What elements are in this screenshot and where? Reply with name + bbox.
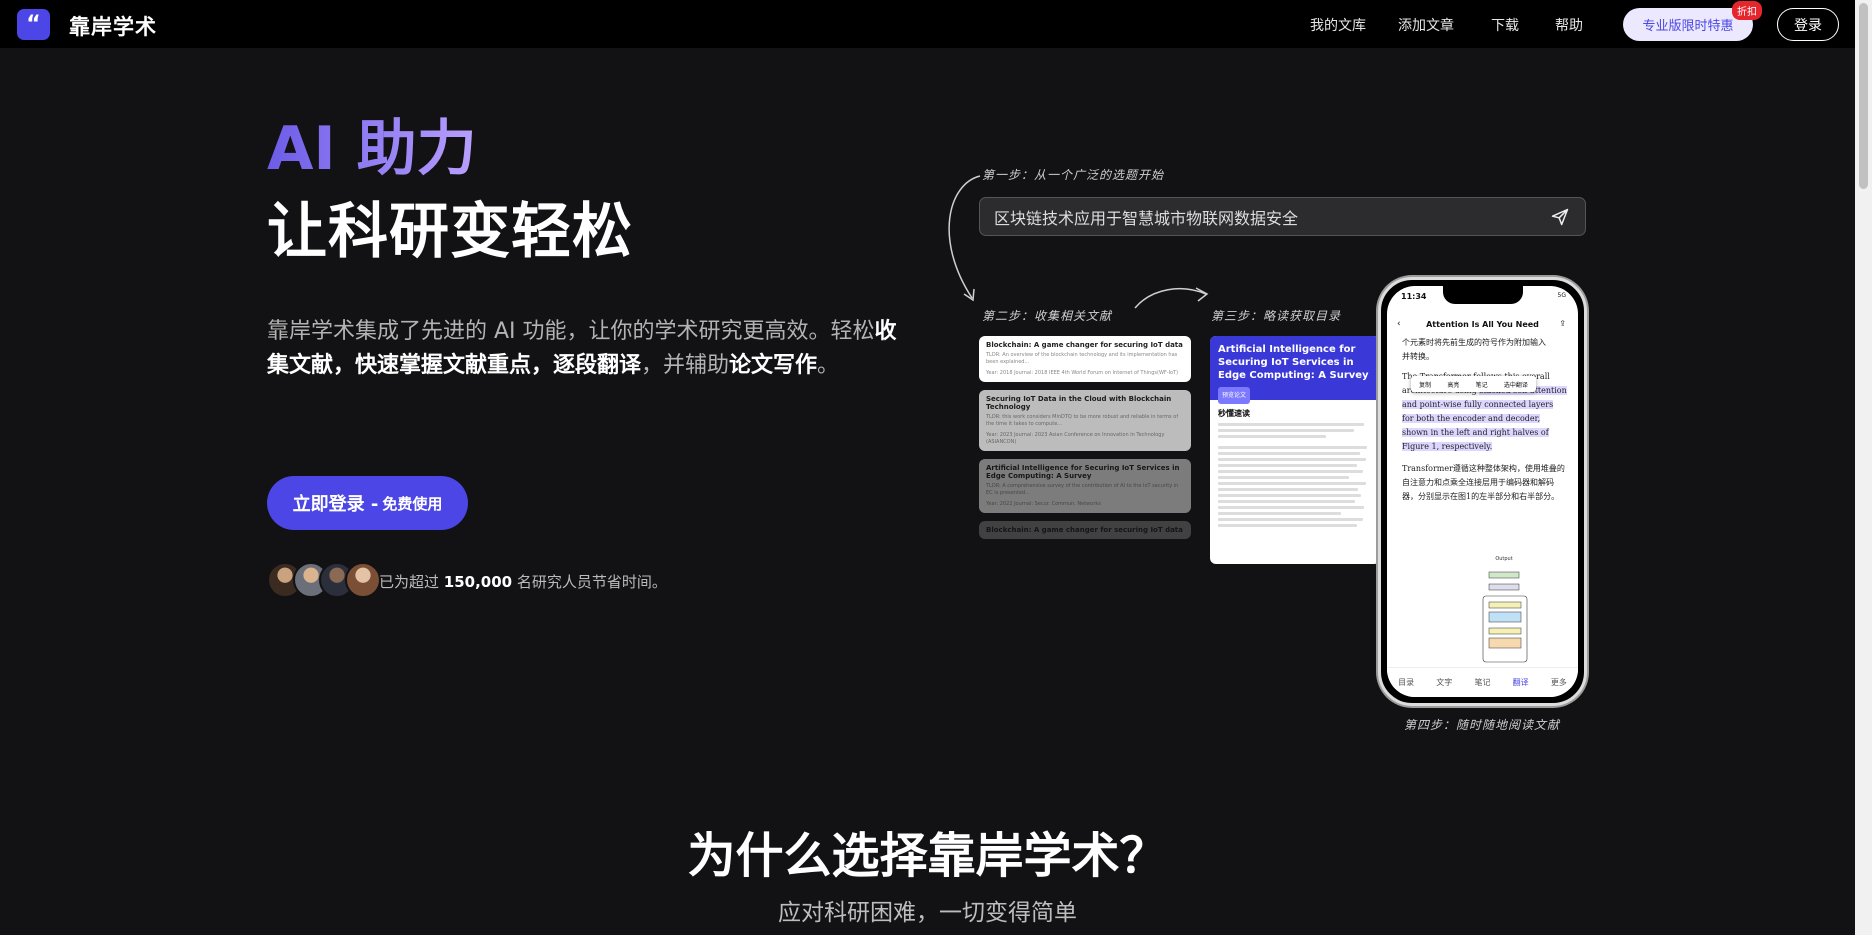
scroll-thumb[interactable] <box>1859 3 1868 189</box>
phone-tabbar: 目录 文字 笔记 翻译 更多 <box>1387 667 1578 697</box>
nav-my-library[interactable]: 我的文库 <box>1310 15 1366 35</box>
headline-accent: AI 助力 <box>267 114 477 184</box>
selection-menu: 复制 高亮 笔记 选中翻译 <box>1411 376 1536 392</box>
paper-header: Artificial Intelligence for Securing IoT… <box>1210 336 1380 404</box>
menu-note[interactable]: 笔记 <box>1476 380 1488 389</box>
paper-tag: 预览论文 <box>1218 387 1251 404</box>
section-subtitle: 应对科研困难，一切变得简单 <box>778 900 1077 926</box>
menu-translate[interactable]: 选中翻译 <box>1504 380 1528 389</box>
discount-badge: 折扣 <box>1732 1 1762 20</box>
phone-status: 5G <box>1557 292 1566 299</box>
tab-translate[interactable]: 翻译 <box>1513 677 1529 688</box>
step2-label: 第二步：收集相关文献 <box>982 309 1113 323</box>
literature-card[interactable]: Blockchain: A game changer for securing … <box>979 336 1191 382</box>
phone-mockup: 11:34 5G ‹ ⇪ Attention Is All You Need 个… <box>1378 277 1587 706</box>
nav-add-article[interactable]: 添加文章 <box>1398 15 1454 35</box>
tab-notes[interactable]: 笔记 <box>1474 677 1490 688</box>
nav-help[interactable]: 帮助 <box>1555 15 1583 35</box>
tab-toc[interactable]: 目录 <box>1398 677 1414 688</box>
hero-description: 靠岸学术集成了先进的 AI 功能，让你的学术研究更高效。轻松收集文献，快速掌握文… <box>267 319 897 378</box>
scrollbar[interactable] <box>1855 0 1872 935</box>
paper-text-lines <box>1210 421 1380 532</box>
logo-icon[interactable]: “ <box>17 9 50 40</box>
transformer-diagram: Output <box>1482 556 1528 663</box>
step3-label: 第三步：略读获取目录 <box>1211 309 1342 323</box>
phone-notch <box>1443 286 1523 304</box>
phone-paper-text: 个元素时将先前生成的符号作为附加输入 并转换。 The Transformer … <box>1402 338 1567 501</box>
curve-arrow-icon <box>1134 287 1209 309</box>
brand-name[interactable]: 靠岸学术 <box>69 11 157 41</box>
curve-arrow-icon <box>948 175 981 302</box>
tab-more[interactable]: 更多 <box>1551 677 1567 688</box>
literature-card[interactable]: Artificial Intelligence for Securing IoT… <box>979 459 1191 513</box>
section-title: 为什么选择靠岸学术？ <box>687 828 1168 884</box>
avatar <box>345 562 381 598</box>
phone-screen: 11:34 5G ‹ ⇪ Attention Is All You Need 个… <box>1387 286 1578 697</box>
users-count-text: 已为超过 150,000 名研究人员节省时间。 <box>379 573 667 591</box>
user-avatars <box>267 562 381 598</box>
step1-label: 第一步：从一个广泛的选题开始 <box>982 168 1165 182</box>
phone-time: 11:34 <box>1401 292 1427 301</box>
send-icon[interactable] <box>1549 207 1571 227</box>
menu-copy[interactable]: 复制 <box>1419 380 1431 389</box>
login-button[interactable]: 登录 <box>1777 8 1839 41</box>
paper-preview[interactable]: Artificial Intelligence for Securing IoT… <box>1210 336 1380 564</box>
step4-label: 第四步：随时随地阅读文献 <box>1404 718 1561 732</box>
top-nav: “ 靠岸学术 我的文库 添加文章 下载 帮助 专业版限时特惠 折扣 登录 <box>0 0 1855 48</box>
login-free-button[interactable]: 立即登录 - 免费使用 <box>267 476 468 530</box>
literature-card[interactable]: Blockchain: A game changer for securing … <box>979 521 1191 539</box>
topic-search-input[interactable]: 区块链技术应用于智慧城市物联网数据安全 <box>979 197 1586 236</box>
nav-download[interactable]: 下载 <box>1491 15 1519 35</box>
literature-list: Blockchain: A game changer for securing … <box>979 336 1191 547</box>
literature-card[interactable]: Securing IoT Data in the Cloud with Bloc… <box>979 390 1191 451</box>
headline-main: 让科研变轻松 <box>267 197 633 267</box>
tab-text[interactable]: 文字 <box>1436 677 1452 688</box>
svg-text:Output: Output <box>1495 556 1512 562</box>
menu-highlight[interactable]: 高亮 <box>1447 380 1459 389</box>
phone-paper-title: Attention Is All You Need <box>1426 320 1539 329</box>
